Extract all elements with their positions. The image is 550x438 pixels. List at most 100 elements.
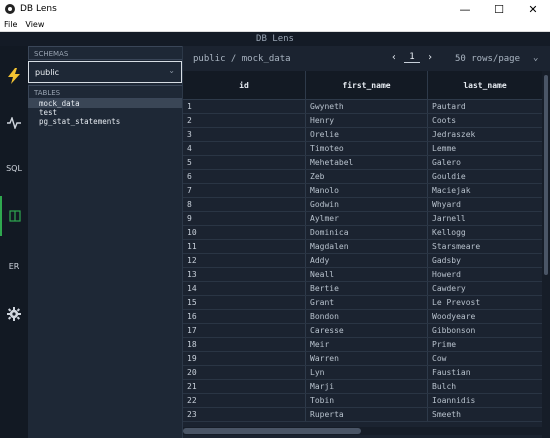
table-cell-id[interactable]: 15 [183,295,306,310]
page-number-input[interactable]: 1 [404,52,420,63]
table-cell-id[interactable]: 16 [183,309,306,324]
menu-view[interactable]: View [25,20,44,29]
table-cell-first-name[interactable]: Neall [305,267,428,282]
maximize-button[interactable]: ☐ [482,0,516,18]
table-cell-first-name[interactable]: Bondon [305,309,428,324]
table-row[interactable]: 5 Mehetabel Galero [183,155,543,170]
table-cell-first-name[interactable]: Dominica [305,225,428,240]
table-cell-first-name[interactable]: Magdalen [305,239,428,254]
table-row[interactable]: 19 Warren Cow [183,351,543,366]
table-row[interactable]: 3 Orelie Jedraszek [183,127,543,142]
table-row[interactable]: 14 Bertie Cawdery [183,281,543,296]
table-row[interactable]: 16 Bondon Woodyeare [183,309,543,324]
nav-connections[interactable] [0,56,28,96]
table-cell-id[interactable]: 7 [183,183,306,198]
table-cell-last-name[interactable]: Lemme [427,141,543,156]
table-cell-first-name[interactable]: Mehetabel [305,155,428,170]
table-cell-id[interactable]: 9 [183,211,306,226]
table-cell-id[interactable]: 4 [183,141,306,156]
table-cell-first-name[interactable]: Henry [305,113,428,128]
table-cell-last-name[interactable]: Coots [427,113,543,128]
table-cell-first-name[interactable]: Zeb [305,169,428,184]
table-cell-id[interactable]: 8 [183,197,306,212]
table-cell-first-name[interactable]: Bertie [305,281,428,296]
table-cell-last-name[interactable]: Pautard [427,99,543,114]
nav-settings[interactable] [0,294,28,334]
table-cell-first-name[interactable]: Godwin [305,197,428,212]
table-cell-last-name[interactable]: Le Prevost [427,295,543,310]
table-cell-first-name[interactable]: Ruperta [305,407,428,422]
table-row[interactable]: 20 Lyn Faustian [183,365,543,380]
table-cell-id[interactable]: 6 [183,169,306,184]
table-row[interactable]: 23 Ruperta Smeeth [183,407,543,422]
table-row[interactable]: 22 Tobin Ioannidis [183,393,543,408]
rows-per-page-select[interactable]: 50 rows/page [455,54,520,64]
column-header-last-name[interactable]: last_name [427,71,543,100]
table-row[interactable]: 17 Caresse Gibbonson [183,323,543,338]
table-cell-first-name[interactable]: Orelie [305,127,428,142]
table-cell-last-name[interactable]: Galero [427,155,543,170]
table-row[interactable]: 9 Aylmer Jarnell [183,211,543,226]
table-cell-last-name[interactable]: Cow [427,351,543,366]
table-cell-first-name[interactable]: Meir [305,337,428,352]
vertical-scroll-thumb[interactable] [544,75,548,275]
table-item-test[interactable]: test [28,108,182,117]
table-cell-last-name[interactable]: Bulch [427,379,543,394]
table-row[interactable]: 15 Grant Le Prevost [183,295,543,310]
table-item-pg-stat-statements[interactable]: pg_stat_statements [28,117,182,126]
table-cell-first-name[interactable]: Caresse [305,323,428,338]
horizontal-scrollbar[interactable] [183,427,550,435]
table-row[interactable]: 1 Gwyneth Pautard [183,99,543,114]
table-cell-first-name[interactable]: Tobin [305,393,428,408]
table-cell-id[interactable]: 1 [183,99,306,114]
chevron-down-icon[interactable]: ⌄ [533,53,538,63]
table-cell-id[interactable]: 13 [183,267,306,282]
table-cell-last-name[interactable]: Jarnell [427,211,543,226]
table-cell-first-name[interactable]: Manolo [305,183,428,198]
table-cell-first-name[interactable]: Grant [305,295,428,310]
vertical-scrollbar[interactable] [542,71,550,438]
table-row[interactable]: 18 Meir Prime [183,337,543,352]
table-cell-id[interactable]: 20 [183,365,306,380]
nav-sql[interactable]: SQL [0,148,28,188]
table-cell-last-name[interactable]: Gouldie [427,169,543,184]
table-cell-id[interactable]: 2 [183,113,306,128]
nav-activity[interactable] [0,103,28,143]
table-cell-last-name[interactable]: Cawdery [427,281,543,296]
table-cell-id[interactable]: 18 [183,337,306,352]
table-cell-id[interactable]: 3 [183,127,306,142]
menu-file[interactable]: File [4,20,17,29]
table-row[interactable]: 8 Godwin Whyard [183,197,543,212]
table-row[interactable]: 10 Dominica Kellogg [183,225,543,240]
table-cell-first-name[interactable]: Marji [305,379,428,394]
table-row[interactable]: 4 Timoteo Lemme [183,141,543,156]
table-cell-first-name[interactable]: Timoteo [305,141,428,156]
table-cell-last-name[interactable]: Smeeth [427,407,543,422]
table-cell-id[interactable]: 12 [183,253,306,268]
minimize-button[interactable]: — [448,0,482,18]
table-cell-first-name[interactable]: Warren [305,351,428,366]
next-page-button[interactable]: › [423,52,437,63]
table-cell-first-name[interactable]: Gwyneth [305,99,428,114]
column-header-first-name[interactable]: first_name [305,71,428,100]
table-cell-first-name[interactable]: Lyn [305,365,428,380]
table-cell-last-name[interactable]: Woodyeare [427,309,543,324]
nav-er[interactable]: ER [0,246,28,286]
table-row[interactable]: 7 Manolo Maciejak [183,183,543,198]
table-cell-last-name[interactable]: Jedraszek [427,127,543,142]
horizontal-scroll-thumb[interactable] [183,428,361,434]
table-cell-id[interactable]: 23 [183,407,306,422]
table-cell-last-name[interactable]: Kellogg [427,225,543,240]
table-row[interactable]: 6 Zeb Gouldie [183,169,543,184]
table-cell-id[interactable]: 11 [183,239,306,254]
table-cell-last-name[interactable]: Starsmeare [427,239,543,254]
table-cell-last-name[interactable]: Ioannidis [427,393,543,408]
nav-tables[interactable] [0,196,28,236]
schema-select[interactable]: public ⌄ [28,61,182,83]
table-cell-id[interactable]: 22 [183,393,306,408]
table-cell-id[interactable]: 21 [183,379,306,394]
table-cell-id[interactable]: 19 [183,351,306,366]
table-cell-id[interactable]: 17 [183,323,306,338]
table-cell-last-name[interactable]: Gadsby [427,253,543,268]
table-cell-last-name[interactable]: Maciejak [427,183,543,198]
